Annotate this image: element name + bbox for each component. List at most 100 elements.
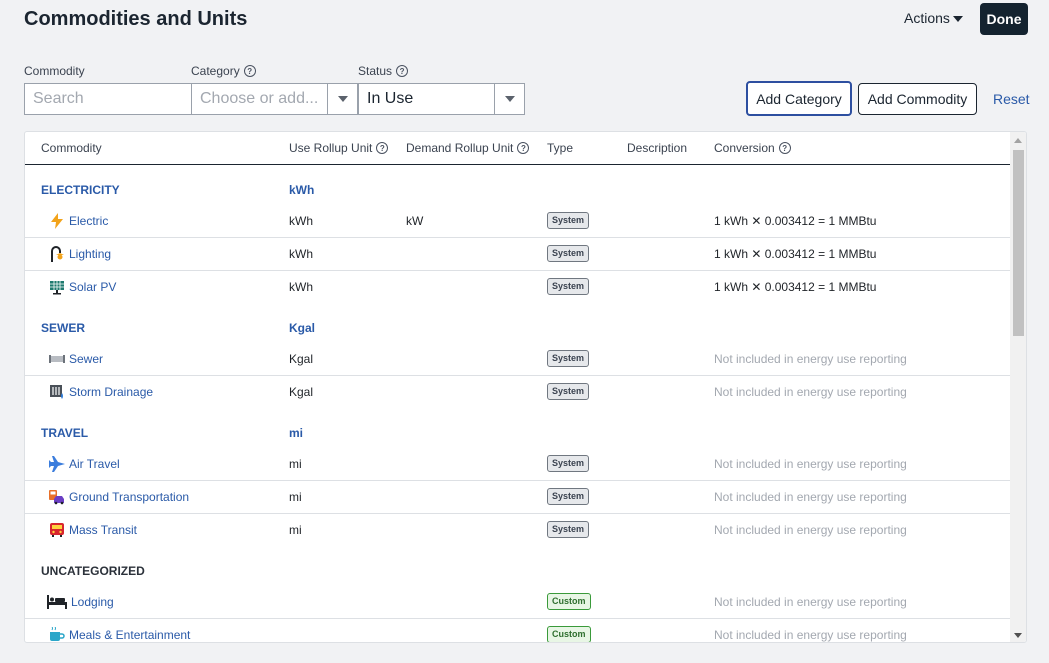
col-use-rollup-label: Use Rollup Unit	[289, 141, 373, 155]
commodity-link[interactable]: Sewer	[49, 351, 103, 367]
type-cell: System	[547, 455, 590, 472]
category-row: TRAVEL mi	[25, 417, 1011, 445]
type-cell: Custom	[547, 593, 591, 610]
col-commodity[interactable]: Commodity	[41, 141, 102, 155]
scrollbar-thumb[interactable]	[1013, 150, 1024, 336]
conversion-text: Not included in energy use reporting	[714, 490, 907, 504]
help-icon[interactable]: ?	[517, 142, 530, 154]
commodity-link[interactable]: Mass Transit	[49, 522, 137, 538]
category-row: ELECTRICITY kWh	[25, 174, 1011, 202]
category-select-input[interactable]: Choose or add...	[191, 83, 328, 115]
car-bus-icon	[49, 489, 65, 505]
commodity-link[interactable]: Storm Drainage	[49, 384, 153, 400]
table-row[interactable]: Sewer Kgal System Not included in energy…	[25, 343, 1011, 376]
table-row[interactable]: Meals & Entertainment Custom Not include…	[25, 619, 1011, 642]
category-name[interactable]: SEWER	[41, 321, 85, 335]
commodity-link[interactable]: Meals & Entertainment	[49, 627, 190, 642]
status-badge: System	[547, 245, 590, 262]
conversion-text: Not included in energy use reporting	[714, 352, 907, 366]
status-badge: Custom	[547, 626, 591, 642]
lightning-icon	[49, 213, 65, 229]
use-unit: Kgal	[289, 352, 314, 366]
category-name[interactable]: ELECTRICITY	[41, 183, 120, 197]
scrollbar[interactable]	[1010, 132, 1026, 642]
category-name[interactable]: TRAVEL	[41, 426, 88, 440]
actions-label: Actions	[904, 10, 950, 26]
commodity-search-input[interactable]: Search	[24, 83, 192, 115]
page-title: Commodities and Units	[24, 8, 248, 30]
type-cell: Custom	[547, 626, 591, 642]
commodity-name: Storm Drainage	[69, 385, 154, 399]
commodity-link[interactable]: Solar PV	[49, 279, 116, 295]
bed-icon	[47, 594, 67, 610]
status-filter-label: Status ?	[358, 64, 409, 78]
conversion-text: Not included in energy use reporting	[714, 595, 907, 609]
commodity-link[interactable]: Ground Transportation	[49, 489, 189, 505]
col-conversion-label: Conversion	[714, 141, 775, 155]
col-use-rollup[interactable]: Use Rollup Unit?	[289, 141, 389, 155]
scroll-down-icon[interactable]	[1014, 633, 1022, 638]
table-row[interactable]: Lodging Custom Not included in energy us…	[25, 586, 1011, 619]
commodity-name: Sewer	[69, 352, 104, 366]
commodity-link[interactable]: Lodging	[47, 594, 114, 610]
col-demand-rollup[interactable]: Demand Rollup Unit?	[406, 141, 530, 155]
use-unit: mi	[289, 523, 302, 537]
help-icon[interactable]: ?	[778, 142, 791, 154]
status-badge: System	[547, 383, 590, 400]
commodity-link[interactable]: Air Travel	[49, 456, 120, 472]
status-select[interactable]: In Use	[358, 83, 495, 115]
status-badge: Custom	[547, 593, 591, 610]
type-cell: System	[547, 245, 590, 262]
status-value: In Use	[367, 90, 414, 107]
table-row[interactable]: Storm Drainage Kgal System Not included …	[25, 376, 1011, 409]
commodity-filter-label: Commodity	[24, 64, 85, 78]
status-badge: System	[547, 488, 590, 505]
use-unit: kWh	[289, 280, 313, 294]
col-description[interactable]: Description	[627, 141, 687, 155]
help-icon[interactable]: ?	[396, 65, 409, 77]
status-badge: System	[547, 212, 590, 229]
table-row[interactable]: Mass Transit mi System Not included in e…	[25, 514, 1011, 547]
category-unit: kWh	[289, 183, 315, 197]
table-row[interactable]: Air Travel mi System Not included in ene…	[25, 448, 1011, 481]
commodity-link[interactable]: Electric	[49, 213, 108, 229]
use-unit: kWh	[289, 247, 313, 261]
solar-panel-icon	[49, 279, 65, 295]
use-unit: mi	[289, 457, 302, 471]
conversion-text: Not included in energy use reporting	[714, 628, 907, 642]
bus-icon	[49, 522, 65, 538]
table-header: Commodity Use Rollup Unit? Demand Rollup…	[25, 132, 1011, 165]
caret-down-icon	[952, 16, 963, 22]
done-button[interactable]: Done	[980, 3, 1028, 35]
chevron-down-icon	[337, 96, 348, 102]
commodities-table: Commodity Use Rollup Unit? Demand Rollup…	[24, 131, 1027, 643]
scroll-up-icon[interactable]	[1014, 138, 1022, 143]
table-row[interactable]: Lighting kWh System 1 kWh ✕ 0.003412 = 1…	[25, 238, 1011, 271]
table-row[interactable]: Electric kWh kW System 1 kWh ✕ 0.003412 …	[25, 205, 1011, 238]
commodity-link[interactable]: Lighting	[49, 246, 111, 262]
category-row: SEWER Kgal	[25, 312, 1011, 340]
type-cell: System	[547, 350, 590, 367]
status-dropdown-toggle[interactable]	[494, 83, 525, 115]
category-dropdown-toggle[interactable]	[327, 83, 358, 115]
conversion-text: 1 kWh ✕ 0.003412 = 1 MMBtu	[714, 280, 877, 294]
help-icon[interactable]: ?	[376, 142, 389, 154]
commodity-name: Ground Transportation	[69, 490, 190, 504]
table-row[interactable]: Solar PV kWh System 1 kWh ✕ 0.003412 = 1…	[25, 271, 1011, 304]
airplane-icon	[49, 456, 65, 472]
table-row[interactable]: Ground Transportation mi System Not incl…	[25, 481, 1011, 514]
add-category-button[interactable]: Add Category	[746, 81, 852, 116]
help-icon[interactable]: ?	[243, 65, 256, 77]
add-commodity-button[interactable]: Add Commodity	[858, 83, 977, 115]
status-badge: System	[547, 278, 590, 295]
commodity-label-text: Commodity	[24, 64, 85, 78]
conversion-text: 1 kWh ✕ 0.003412 = 1 MMBtu	[714, 247, 877, 261]
col-type[interactable]: Type	[547, 141, 573, 155]
type-cell: System	[547, 278, 590, 295]
col-conversion[interactable]: Conversion?	[714, 141, 791, 155]
actions-menu[interactable]: Actions	[904, 10, 963, 26]
lamp-icon	[49, 246, 65, 262]
reset-link[interactable]: Reset	[993, 91, 1030, 107]
type-cell: System	[547, 488, 590, 505]
chevron-down-icon	[504, 96, 515, 102]
